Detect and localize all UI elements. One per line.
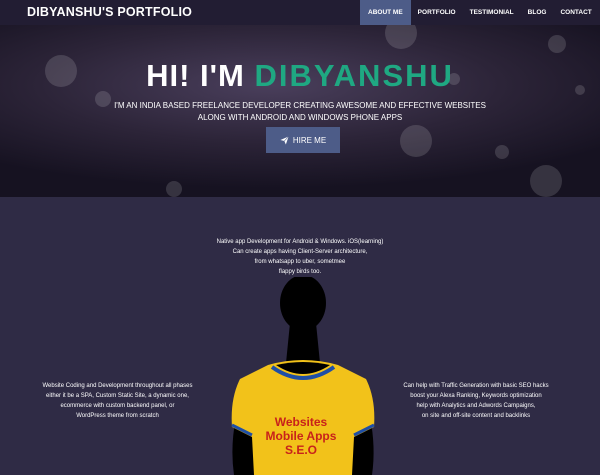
bokeh-light	[400, 125, 432, 157]
description-line: from whatsapp to uber, sometmee	[254, 259, 346, 265]
description-line: Website Coding and Development throughou…	[42, 383, 193, 389]
hero-title-prefix: HI! I'M	[146, 58, 245, 93]
bokeh-light	[385, 25, 417, 49]
hero-subtitle-line: I'M AN INDIA BASED FREELANCE DEVELOPER C…	[114, 101, 486, 110]
seo-description: Can help with Traffic Generation with ba…	[386, 381, 566, 421]
description-line: Can create apps having Client-Server arc…	[232, 249, 368, 255]
description-line: Can help with Traffic Generation with ba…	[403, 383, 549, 389]
navbar: DIBYANSHU'S PORTFOLIO ABOUT ME PORTFOLIO…	[0, 0, 600, 25]
silhouette-neck	[286, 323, 320, 363]
description-line: flappy birds too.	[278, 269, 322, 275]
description-line: Native app Development for Android & Win…	[216, 239, 384, 245]
bokeh-light	[495, 145, 509, 159]
hire-me-button[interactable]: HIRE ME	[266, 127, 340, 153]
nav-item-blog[interactable]: BLOG	[521, 0, 554, 25]
skills-section: Native app Development for Android & Win…	[0, 197, 600, 475]
hero-title-name: DIBYANSHU	[254, 58, 454, 93]
description-line: either it be a SPA, Custom Static Site, …	[46, 393, 189, 399]
nav-item-about-me[interactable]: ABOUT ME	[360, 0, 411, 25]
nav-item-testimonial[interactable]: TESTIMONIAL	[463, 0, 521, 25]
hire-me-label: HIRE ME	[292, 135, 327, 145]
description-line: on site and off-site content and backlin…	[421, 413, 531, 419]
mobile-apps-description: Native app Development for Android & Win…	[190, 237, 410, 277]
description-line: boost your Alexa Ranking, Keywords optim…	[410, 393, 542, 399]
shirt-text-line: S.E.O	[284, 443, 317, 457]
description-line: WordPress theme from scratch	[76, 413, 159, 419]
websites-description: Website Coding and Development throughou…	[20, 381, 215, 421]
nav-menu: ABOUT ME PORTFOLIO TESTIMONIAL BLOG CONT…	[360, 0, 599, 25]
site-brand[interactable]: DIBYANSHU'S PORTFOLIO	[27, 5, 192, 19]
description-line: help with Analytics and Adwords Campaign…	[416, 403, 536, 409]
bokeh-light	[530, 165, 562, 197]
shirt-text-line: Mobile Apps	[265, 429, 337, 443]
description-line: ecommerce with custom backend panel, or	[60, 403, 175, 409]
silhouette-head	[280, 277, 326, 331]
bokeh-light	[166, 181, 182, 197]
hero-subtitle-line: ALONG WITH ANDROID AND WINDOWS PHONE APP…	[197, 113, 403, 122]
hero-section: HI! I'M DIBYANSHU I'M AN INDIA BASED FRE…	[0, 25, 600, 197]
nav-item-contact[interactable]: CONTACT	[553, 0, 598, 25]
bokeh-light	[548, 35, 566, 53]
shirt-text: Websites Mobile Apps S.E.O	[246, 415, 356, 457]
shirt-text-line: Websites	[274, 415, 328, 429]
paper-plane-icon	[280, 135, 289, 145]
nav-item-portfolio[interactable]: PORTFOLIO	[411, 0, 463, 25]
hero-title: HI! I'M DIBYANSHU	[0, 58, 600, 94]
hero-subtitle: I'M AN INDIA BASED FREELANCE DEVELOPER C…	[100, 100, 500, 124]
